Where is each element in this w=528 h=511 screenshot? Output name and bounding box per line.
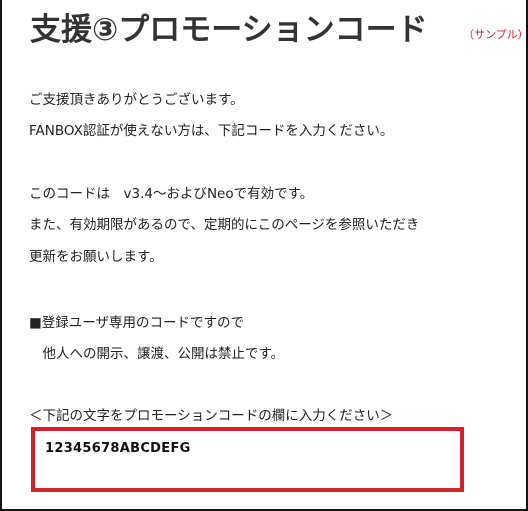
expiry-note-text: また、有効期限があるので、定期的にこのページを参照いただき [29, 217, 420, 233]
promotion-code-value[interactable]: 12345678ABCDEFG [45, 441, 191, 456]
disclosure-warning-text: 他人への開示、譲渡、公開は禁止です。 [29, 346, 285, 362]
fanbox-note-text: FANBOX認証が使えない方は、下記コードを入力ください。 [29, 123, 394, 139]
version-note-text: このコードは v3.4～およびNeoで有効です。 [29, 186, 314, 202]
thanks-text: ご支援頂きありがとうございます。 [29, 92, 244, 108]
sample-label: （サンプル） [463, 28, 528, 41]
promotion-code-box[interactable]: 12345678ABCDEFG [31, 427, 464, 492]
update-request-text: 更新をお願いします。 [29, 249, 163, 265]
code-instruction-text: ＜下記の文字をプロモーションコードの欄に入力ください＞ [29, 408, 394, 424]
registered-user-note-text: ■登録ユーザ専用のコードですので [29, 315, 244, 331]
page-frame: 支援③プロモーションコード （サンプル） ご支援頂きありがとうございます。 FA… [0, 0, 528, 511]
page-title: 支援③プロモーションコード [30, 12, 428, 48]
